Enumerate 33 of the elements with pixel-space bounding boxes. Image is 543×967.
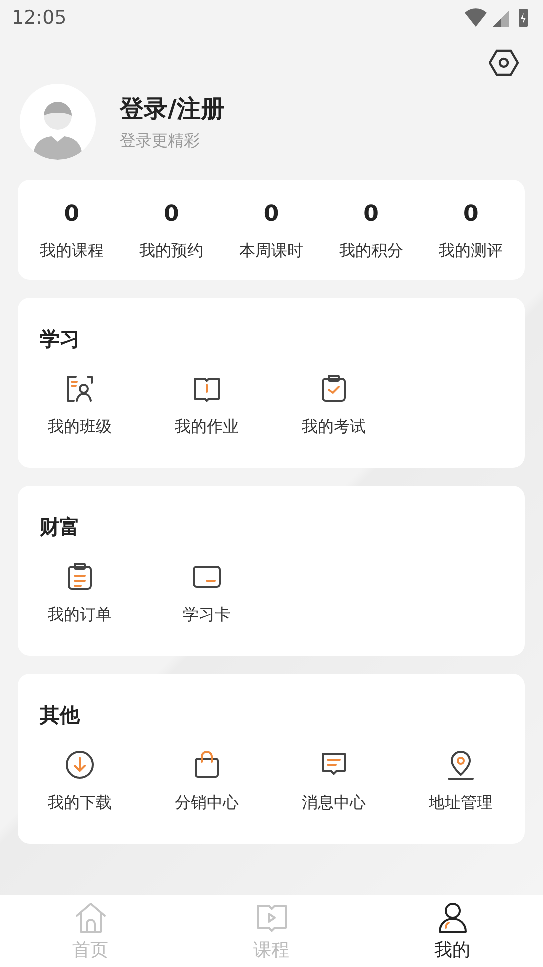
- menu-item-label[interactable]: 我的下载: [48, 793, 112, 814]
- section-title: 其他: [40, 702, 82, 729]
- menu-item-label[interactable]: 我的考试: [302, 417, 366, 438]
- menu-item-label[interactable]: 地址管理: [429, 793, 493, 814]
- location-pin-icon: [445, 749, 477, 781]
- menu-item-label[interactable]: 我的班级: [48, 417, 112, 438]
- stat-label[interactable]: 我的测评: [439, 241, 504, 262]
- menu-item-label[interactable]: 消息中心: [302, 793, 366, 814]
- download-icon: [64, 749, 96, 781]
- stat-label[interactable]: 我的课程: [40, 241, 104, 262]
- section-title: 财富: [40, 514, 81, 541]
- stat-value: 0: [463, 202, 479, 227]
- battery-icon: [519, 9, 528, 27]
- wifi-icon: [465, 8, 487, 27]
- menu-item-label[interactable]: 我的作业: [175, 417, 239, 438]
- stat-label[interactable]: 我的预约: [140, 241, 204, 262]
- stat-label[interactable]: 我的积分: [339, 241, 404, 262]
- stat-value: 0: [364, 202, 379, 227]
- tab[interactable]: 我的: [362, 895, 543, 967]
- menu-item-label[interactable]: 分销中心: [175, 793, 239, 814]
- stat-value: 0: [264, 202, 280, 227]
- section-title: 学习: [40, 326, 81, 353]
- login-subtitle: 登录更精彩: [120, 130, 201, 152]
- stat-label[interactable]: 本周课时: [239, 241, 304, 262]
- menu-item-label[interactable]: 我的订单: [48, 605, 112, 626]
- stat-value: 0: [164, 202, 180, 227]
- stat-value: 0: [64, 202, 80, 227]
- settings-icon[interactable]: [489, 48, 519, 78]
- status-time: 12:05: [12, 7, 67, 29]
- signal-icon: [493, 11, 509, 27]
- login-register-link[interactable]: 登录/注册: [120, 92, 225, 124]
- menu-item-label[interactable]: 学习卡: [183, 605, 231, 626]
- profile-card-icon: [64, 373, 96, 405]
